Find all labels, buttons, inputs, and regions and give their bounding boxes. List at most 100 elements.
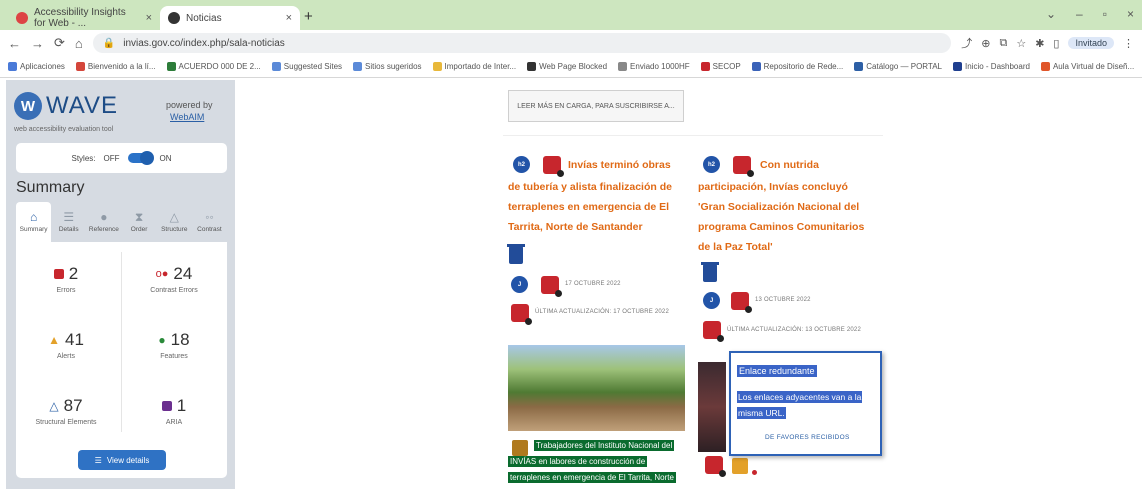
tab-details[interactable]: ☰ Details <box>51 202 86 242</box>
close-tab-icon[interactable]: × <box>286 12 292 24</box>
article1-title-line[interactable]: terraplenes en emergencia de El <box>508 197 669 217</box>
wave-tooltip: Enlace redundante Los enlaces adyacentes… <box>729 351 882 456</box>
h2-badge-icon: h2 <box>703 156 720 173</box>
structural-elements-stat[interactable]: △ 87 Structural Elements <box>16 396 116 426</box>
article2-updated: ÚLTIMA ACTUALIZACIÓN: 13 OCTUBRE 2022 <box>727 327 861 333</box>
errors-stat[interactable]: 2 Errors <box>16 264 116 294</box>
tab-summary[interactable]: ⌂ Summary <box>16 202 52 242</box>
bookmark-item[interactable]: ACUERDO 000 DE 2... <box>166 62 261 71</box>
webaim-link[interactable]: WebAIM <box>170 112 204 122</box>
error-badge-icon <box>541 276 562 297</box>
tab-accessibility-insights[interactable]: Accessibility Insights for Web - ... × <box>8 6 160 30</box>
sidebar-icon[interactable]: ▯ <box>1053 37 1059 50</box>
bookmark-item[interactable]: Web Page Blocked <box>527 62 607 71</box>
article2-title-line[interactable]: de la Paz Total' <box>698 237 773 257</box>
contrast-error-icon: o● <box>155 268 169 280</box>
tab-reference[interactable]: ● Reference <box>86 202 121 242</box>
tooltip-body: Los enlaces adyacentes van a la misma UR… <box>737 391 863 419</box>
bookmark-item[interactable]: Repositorio de Rede... <box>751 62 843 71</box>
bookmark-item[interactable]: Catálogo — PORTAL <box>854 62 942 71</box>
list-icon: ☰ <box>63 210 75 224</box>
article2-title-line[interactable]: participación, Invías concluyó <box>698 177 848 197</box>
wave-logo-icon: W <box>14 92 42 120</box>
feature-icon: ● <box>158 333 166 347</box>
features-stat[interactable]: ● 18 Features <box>124 330 224 360</box>
bookmark-item[interactable]: SECOP <box>700 62 741 71</box>
tab-contrast[interactable]: ◦◦ Contrast <box>192 202 227 242</box>
list-icon <box>507 244 525 264</box>
article2-title-line[interactable]: 'Gran Socialización Nacional del <box>698 197 859 217</box>
bookmark-item[interactable]: Enviado 1000HF <box>618 62 690 71</box>
alerts-stat[interactable]: ▲ 41 Alerts <box>16 330 116 360</box>
tab-structure[interactable]: △ Structure <box>157 202 192 242</box>
bookmark-item[interactable]: Importado de Inter... <box>432 62 516 71</box>
bookmark-item[interactable]: Aplicaciones <box>8 62 65 71</box>
profile-button[interactable]: Invitado <box>1068 37 1114 49</box>
tab-noticias[interactable]: Noticias × <box>160 6 300 30</box>
menu-icon[interactable]: ⋮ <box>1123 37 1134 50</box>
bookmarks-bar: Aplicaciones Bienvenido a la lí... ACUER… <box>0 56 1142 78</box>
view-details-button[interactable]: ☰ View details <box>78 450 166 470</box>
article2-title-line[interactable]: Con nutrida <box>760 155 819 175</box>
tooltip-link[interactable]: DE FAVORES RECIBIDOS <box>765 434 850 441</box>
lock-icon: 🔒 <box>102 37 116 49</box>
stats-divider <box>121 252 122 432</box>
tab-label: Noticias <box>186 12 222 24</box>
article1-title-line[interactable]: Invías terminó obras <box>568 155 671 175</box>
bookmark-item[interactable]: Suggested Sites <box>271 62 342 71</box>
error-badge-icon <box>543 156 564 177</box>
article2-image[interactable] <box>698 362 726 452</box>
aria-stat[interactable]: 1 ARIA <box>124 396 224 426</box>
reload-icon[interactable]: ⟳ <box>54 35 65 51</box>
tab-search-icon[interactable]: ⌄ <box>1046 7 1056 21</box>
zoom-icon[interactable]: ⊕ <box>981 37 990 50</box>
wave-subtitle: web accessibility evaluation tool <box>14 126 114 133</box>
bookmark-item[interactable]: Inicio - Dashboard <box>953 62 1030 71</box>
maximize-button[interactable]: ▫ <box>1103 7 1107 21</box>
bookmark-item[interactable]: Aula Virtual de Diseñ... <box>1040 62 1134 71</box>
details-icon: ☰ <box>94 455 102 465</box>
back-icon[interactable]: ← <box>8 36 21 51</box>
article1-image[interactable] <box>508 345 685 431</box>
author-badge-icon: J <box>511 276 528 293</box>
tab-label: Accessibility Insights for Web - ... <box>34 7 126 29</box>
forward-icon[interactable]: → <box>31 36 44 51</box>
wave-sidebar: W WAVE web accessibility evaluation tool… <box>6 80 235 489</box>
favicon-icon <box>16 12 28 24</box>
puzzle-icon[interactable]: ✱ <box>1035 37 1044 50</box>
structure-icon: △ <box>49 399 59 413</box>
order-icon: ⧗ <box>134 210 144 224</box>
share-icon[interactable]: ⤴ <box>961 35 972 51</box>
summary-heading: Summary <box>16 179 85 196</box>
bookmark-item[interactable]: Bienvenido a la lí... <box>75 62 156 71</box>
star-icon[interactable]: ☆ <box>1016 37 1026 50</box>
window-controls: ⌄ – ▫ × <box>1046 7 1134 21</box>
bookmark-item[interactable]: Sitios sugeridos <box>353 62 422 71</box>
contrast-errors-stat[interactable]: o● 24 Contrast Errors <box>124 264 224 294</box>
styles-toggle[interactable] <box>127 151 154 165</box>
styles-label: Styles: <box>71 153 96 163</box>
page-content: LEER MÁS EN CARGA, PARA SUSCRIBIRSE A...… <box>235 78 1142 489</box>
address-bar[interactable]: 🔒 invias.gov.co/index.php/sala-noticias <box>92 33 952 53</box>
close-tab-icon[interactable]: × <box>146 12 152 24</box>
home-icon[interactable]: ⌂ <box>75 36 83 51</box>
error-badge-icon <box>511 304 532 325</box>
h2-badge-icon: h2 <box>513 156 530 173</box>
styles-toggle-box: Styles: OFF ON <box>16 143 227 173</box>
article1-title-line[interactable]: de tubería y alista finalización de <box>508 177 672 197</box>
new-tab-button[interactable]: + <box>304 8 313 25</box>
structure-icon: △ <box>169 210 179 224</box>
article2-title-line[interactable]: programa Caminos Comunitarios <box>698 217 864 237</box>
close-window-button[interactable]: × <box>1127 7 1134 21</box>
address-bar-row: ← → ⟳ ⌂ 🔒 invias.gov.co/index.php/sala-n… <box>0 30 1142 56</box>
extension-icon[interactable]: ⧉ <box>999 37 1007 50</box>
error-badge-icon <box>733 156 754 177</box>
redundant-link-icon[interactable] <box>732 458 748 474</box>
minimize-button[interactable]: – <box>1076 7 1083 21</box>
tab-order[interactable]: ⧗ Order <box>122 202 157 242</box>
styles-off-label: OFF <box>103 153 120 163</box>
article2-date: 13 OCTUBRE 2022 <box>755 297 811 303</box>
author-badge-icon: J <box>703 292 720 309</box>
read-more-button[interactable]: LEER MÁS EN CARGA, PARA SUSCRIBIRSE A... <box>508 90 684 122</box>
article1-title-line[interactable]: Tarrita, Norte de Santander <box>508 217 643 237</box>
